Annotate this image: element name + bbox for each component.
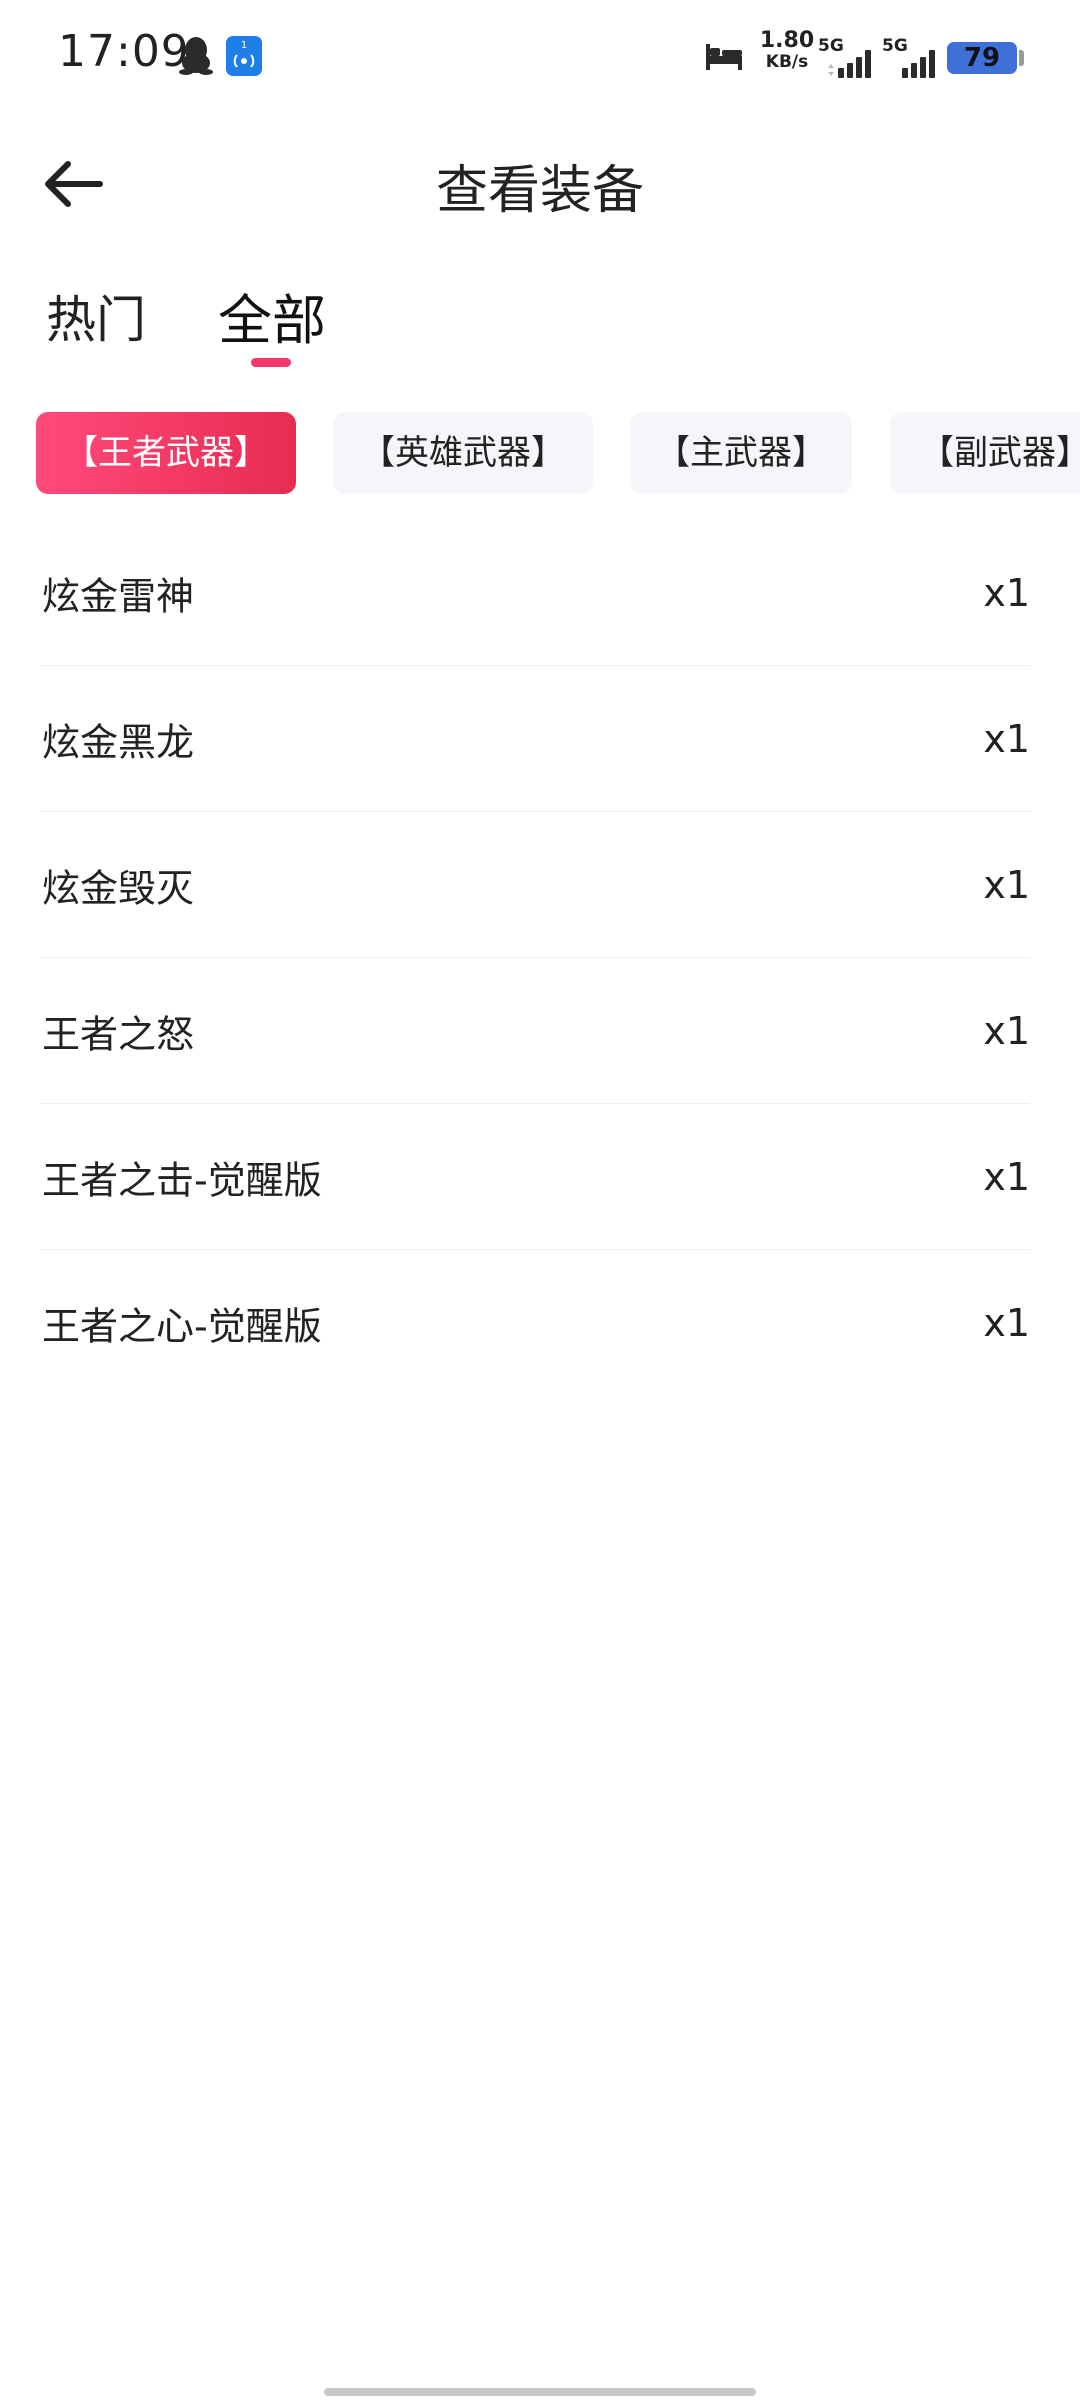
list-item[interactable]: 炫金毁灭 x1 [40, 812, 1030, 958]
hotspot-icon: 1 [226, 36, 262, 76]
network-speed-unit: KB/s [765, 52, 809, 72]
page-title: 查看装备 [435, 161, 644, 221]
chip-hero-weapons[interactable]: 【英雄武器】 [333, 412, 593, 494]
list-item[interactable]: 炫金雷神 x1 [40, 520, 1030, 666]
chip-secondary-weapons[interactable]: 【副武器】 [890, 412, 1080, 494]
list-item[interactable]: 王者之击-觉醒版 x1 [40, 1104, 1030, 1250]
status-bar: 17:09 1 1.80 KB/s 5G 5G 79 [0, 0, 1080, 115]
item-name: 王者之怒 [42, 1012, 195, 1056]
item-name: 王者之击-觉醒版 [42, 1158, 322, 1202]
battery-cap [1019, 50, 1024, 66]
chip-king-weapons[interactable]: 【王者武器】 [36, 412, 296, 494]
item-quantity: x1 [983, 716, 1030, 761]
item-quantity: x1 [983, 862, 1030, 907]
signal-icon: 5G [818, 36, 876, 78]
item-quantity: x1 [983, 1301, 1030, 1345]
screen: 17:09 1 1.80 KB/s 5G 5G 79 查看装备 热门 全部 【王… [0, 0, 1080, 2400]
equipment-list: 炫金雷神 x1 炫金黑龙 x1 炫金毁灭 x1 王者之怒 x1 王者之击-觉醒版… [40, 520, 1030, 1396]
hotspot-count: 1 [241, 40, 247, 51]
item-quantity: x1 [983, 1154, 1030, 1199]
list-item[interactable]: 王者之心-觉醒版 x1 [40, 1250, 1030, 1396]
chip-main-weapons[interactable]: 【主武器】 [630, 412, 852, 494]
category-chips: 【王者武器】 【英雄武器】 【主武器】 【副武器】 [0, 412, 1080, 496]
item-name: 炫金毁灭 [42, 866, 195, 910]
battery-icon: 79 [947, 42, 1017, 74]
signal-icon: 5G [882, 36, 940, 78]
item-quantity: x1 [983, 1008, 1030, 1053]
network-speed-value: 1.80 [759, 28, 815, 53]
item-name: 王者之心-觉醒版 [42, 1304, 322, 1349]
item-name: 炫金黑龙 [42, 720, 195, 764]
status-time: 17:09 [58, 26, 190, 77]
active-tab-indicator [251, 358, 291, 367]
list-item[interactable]: 炫金黑龙 x1 [40, 666, 1030, 812]
item-quantity: x1 [983, 570, 1030, 615]
tab-hot[interactable]: 热门 [46, 280, 146, 352]
item-name: 炫金雷神 [42, 574, 195, 618]
network-speed: 1.80 KB/s [757, 30, 817, 71]
list-item[interactable]: 王者之怒 x1 [40, 958, 1030, 1104]
qq-icon [178, 36, 214, 76]
bed-icon [704, 40, 744, 72]
home-indicator[interactable] [324, 2388, 756, 2396]
tab-all[interactable]: 全部 [218, 276, 326, 355]
